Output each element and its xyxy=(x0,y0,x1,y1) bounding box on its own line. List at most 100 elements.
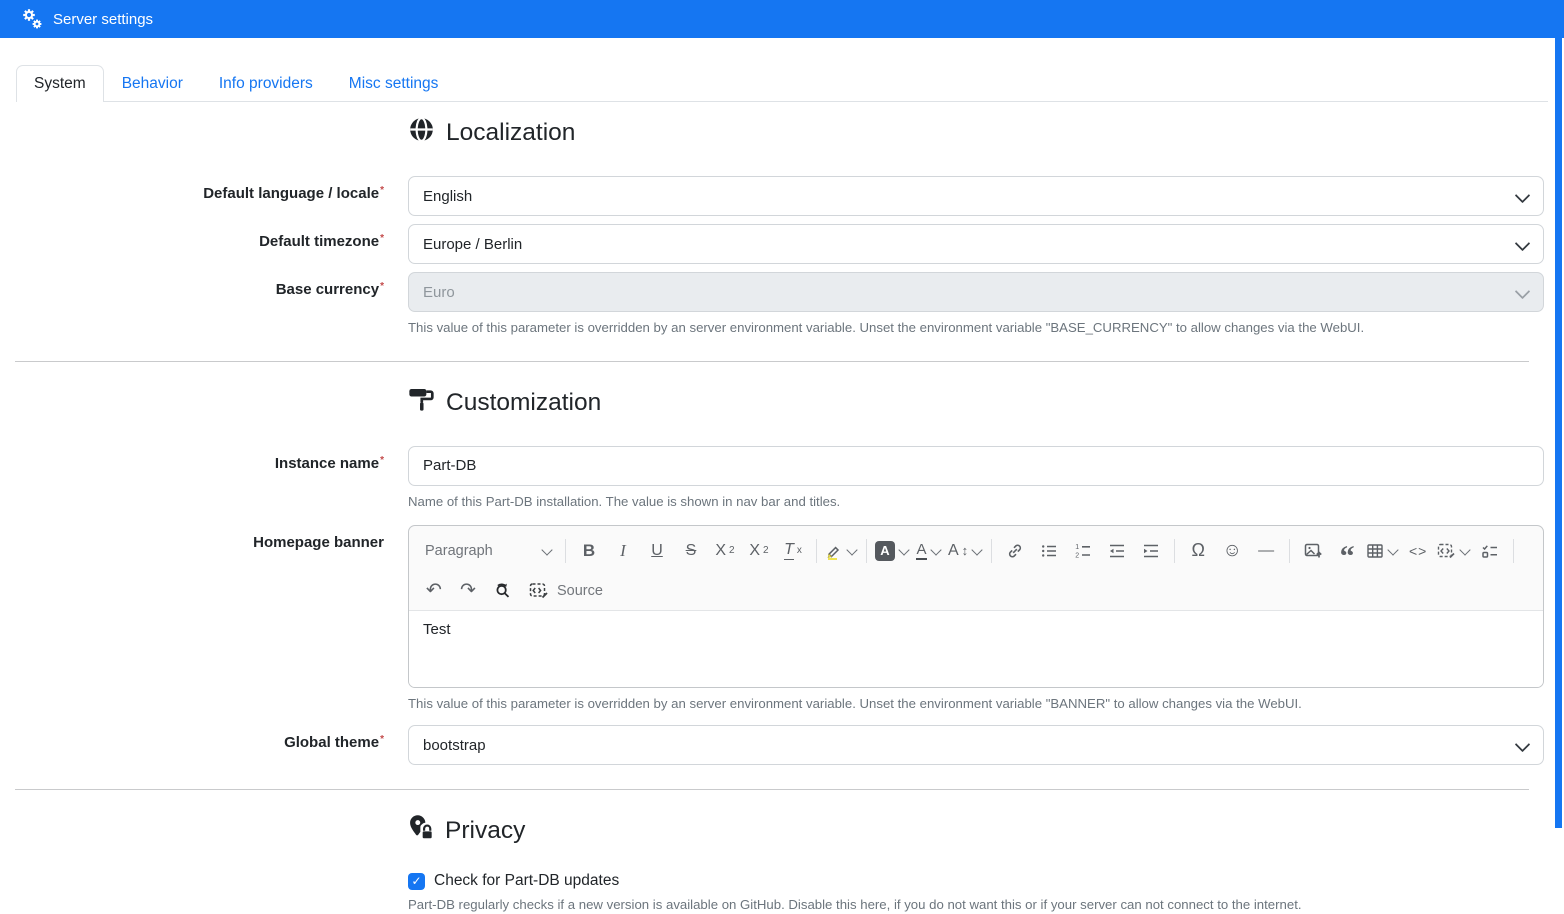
homepage-banner-help: This value of this parameter is overridd… xyxy=(408,695,1544,713)
chevron-down-icon xyxy=(846,544,857,555)
paragraph-style-dropdown[interactable]: Paragraph xyxy=(417,536,559,566)
tab-behavior[interactable]: Behavior xyxy=(104,65,201,102)
field-label: Base currency* xyxy=(0,272,384,337)
block-quote-button[interactable]: “ xyxy=(1330,530,1364,572)
tab-info-providers[interactable]: Info providers xyxy=(201,65,331,102)
field-label: Global theme* xyxy=(0,725,384,765)
chevron-down-icon xyxy=(1515,236,1531,252)
editor-toolbar-row-1: Paragraph B I U S X2 X2 Tx xyxy=(409,526,1543,576)
field-label: Homepage banner xyxy=(0,525,384,713)
field-label: Default timezone* xyxy=(0,224,384,264)
todo-list-button[interactable] xyxy=(1473,536,1507,566)
find-and-replace-button[interactable] xyxy=(485,576,519,606)
chevron-down-icon xyxy=(1388,544,1399,555)
toolbar-separator xyxy=(1513,539,1514,563)
required-marker: * xyxy=(380,185,384,196)
code-block-button[interactable] xyxy=(1435,536,1473,566)
tab-system[interactable]: System xyxy=(16,65,104,102)
decrease-indent-button[interactable] xyxy=(1100,536,1134,566)
base-currency-select: Euro xyxy=(408,272,1544,312)
link-button[interactable] xyxy=(998,536,1032,566)
font-size-button[interactable]: A↕ xyxy=(946,536,985,566)
map-pin-lock-icon xyxy=(408,814,434,848)
tab-misc-settings[interactable]: Misc settings xyxy=(331,65,457,102)
highlight-button[interactable] xyxy=(823,536,860,566)
chevron-down-icon xyxy=(930,544,941,555)
underline-button[interactable]: U xyxy=(640,536,674,566)
font-background-color-button[interactable]: A xyxy=(873,536,912,566)
numbered-list-button[interactable]: 1 2 xyxy=(1066,536,1100,566)
input-value: Part-DB xyxy=(423,457,476,474)
chevron-down-icon xyxy=(541,544,552,555)
base-currency-help: This value of this parameter is overridd… xyxy=(408,319,1544,337)
undo-button[interactable]: ↶ xyxy=(417,576,451,606)
source-editing-button[interactable]: Source xyxy=(527,576,605,606)
section-customization-header: Customization xyxy=(408,386,1544,420)
default-timezone-select[interactable]: Europe / Berlin xyxy=(408,224,1544,264)
scrollbar[interactable] xyxy=(1555,0,1562,828)
section-title: Customization xyxy=(446,389,601,417)
field-update-check-help: Part-DB regularly checks if a new versio… xyxy=(0,894,1544,914)
horizontal-line-button[interactable]: — xyxy=(1249,536,1283,566)
paragraph-style-value: Paragraph xyxy=(425,543,493,559)
toolbar-separator xyxy=(991,539,992,563)
field-default-timezone: Default timezone* Europe / Berlin xyxy=(0,224,1544,264)
section-divider xyxy=(15,789,1529,790)
section-divider xyxy=(15,361,1529,362)
app-header: Server settings xyxy=(0,0,1564,38)
subscript-button[interactable]: X2 xyxy=(708,536,742,566)
field-update-check: ✓ Check for Part-DB updates xyxy=(0,872,1544,890)
chevron-down-icon xyxy=(1515,737,1531,753)
selected-value: bootstrap xyxy=(423,737,486,754)
editor-toolbar-row-2: ↶ ↷ xyxy=(409,576,1543,610)
update-check-label[interactable]: Check for Part-DB updates xyxy=(434,872,619,890)
default-language-select[interactable]: English xyxy=(408,176,1544,216)
chevron-down-icon xyxy=(898,544,909,555)
special-characters-button[interactable]: Ω xyxy=(1181,536,1215,566)
bulleted-list-button[interactable] xyxy=(1032,536,1066,566)
chevron-down-icon xyxy=(1515,284,1531,300)
superscript-button[interactable]: X2 xyxy=(742,536,776,566)
toolbar-separator xyxy=(1174,539,1175,563)
inline-code-button[interactable]: <> xyxy=(1401,536,1435,566)
italic-button[interactable]: I xyxy=(606,536,640,566)
chevron-down-icon xyxy=(972,544,983,555)
svg-text:2: 2 xyxy=(1075,552,1079,559)
editor-content[interactable]: Test xyxy=(409,610,1543,687)
emoji-button[interactable]: ☺ xyxy=(1215,536,1249,566)
section-localization-header: Localization xyxy=(408,116,1544,150)
insert-image-button[interactable] xyxy=(1296,536,1330,566)
update-check-help: Part-DB regularly checks if a new versio… xyxy=(408,896,1544,914)
insert-table-button[interactable] xyxy=(1364,536,1401,566)
required-marker: * xyxy=(380,233,384,244)
section-title: Privacy xyxy=(445,817,525,845)
rich-text-editor: Paragraph B I U S X2 X2 Tx xyxy=(408,525,1544,688)
toolbar-separator xyxy=(1289,539,1290,563)
redo-button[interactable]: ↷ xyxy=(451,576,485,606)
instance-name-input[interactable]: Part-DB xyxy=(408,446,1544,486)
increase-indent-button[interactable] xyxy=(1134,536,1168,566)
font-color-button[interactable]: A xyxy=(912,536,946,566)
strikethrough-button[interactable]: S xyxy=(674,536,708,566)
field-label: Instance name* xyxy=(0,446,384,511)
selected-value: Europe / Berlin xyxy=(423,236,522,253)
source-label: Source xyxy=(557,583,603,599)
bold-button[interactable]: B xyxy=(572,536,606,566)
selected-value: English xyxy=(423,188,472,205)
globe-icon xyxy=(408,116,435,150)
toolbar-separator xyxy=(816,539,817,563)
svg-text:1: 1 xyxy=(1075,544,1079,551)
field-global-theme: Global theme* bootstrap xyxy=(0,725,1544,765)
global-theme-select[interactable]: bootstrap xyxy=(408,725,1544,765)
remove-format-button[interactable]: Tx xyxy=(776,536,810,566)
field-instance-name: Instance name* Part-DB Name of this Part… xyxy=(0,446,1544,511)
gears-icon xyxy=(20,7,44,31)
chevron-down-icon xyxy=(1515,188,1531,204)
field-label: Default language / locale* xyxy=(0,176,384,216)
instance-name-help: Name of this Part-DB installation. The v… xyxy=(408,493,1544,511)
required-marker: * xyxy=(380,734,384,745)
toolbar-separator xyxy=(866,539,867,563)
update-check-checkbox[interactable]: ✓ xyxy=(408,873,425,890)
required-marker: * xyxy=(380,281,384,292)
chevron-down-icon xyxy=(1460,544,1471,555)
